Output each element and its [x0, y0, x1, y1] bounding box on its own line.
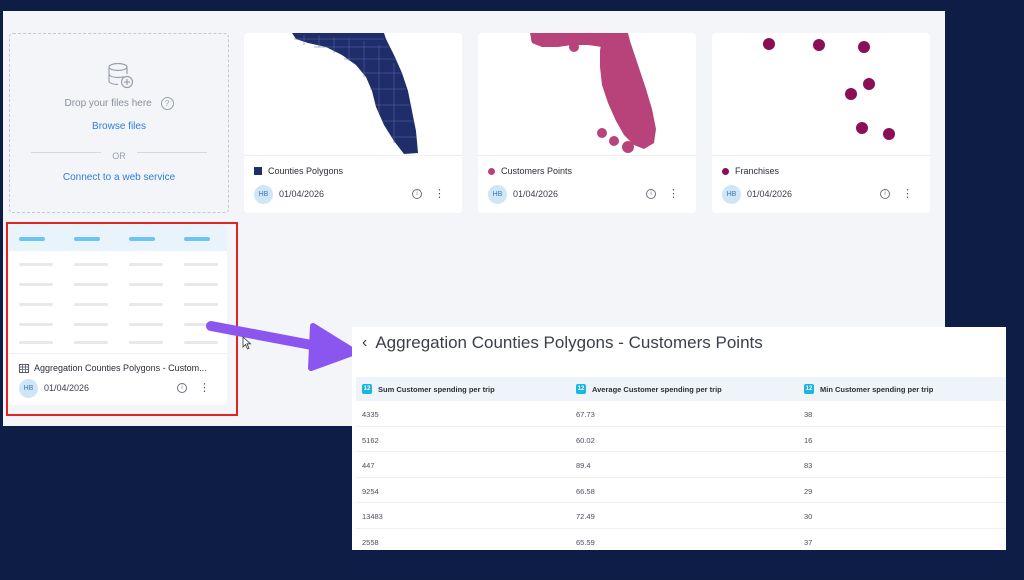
highlight-box — [6, 222, 238, 416]
table-cell: 447 — [362, 461, 375, 470]
arrow-annotation — [206, 321, 358, 371]
customers-points-map — [530, 33, 656, 153]
column-header-text: Min Customer spending per trip — [820, 384, 934, 394]
kebab-menu-icon[interactable]: ⋮ — [902, 189, 913, 200]
table-cell: 13483 — [362, 512, 383, 521]
table-cell: 38 — [804, 410, 813, 419]
card-divider — [244, 155, 462, 156]
dataset-card-customers-points[interactable]: Customers Points HB 01/04/2026 i ⋮ — [478, 33, 696, 213]
table-cell: 37 — [804, 537, 813, 547]
separator-line — [31, 152, 101, 153]
database-add-icon — [108, 62, 134, 89]
mouse-cursor-icon — [242, 336, 252, 350]
table-row: 2558 65.59 37 — [356, 529, 1006, 551]
card-date: 01/04/2026 — [747, 189, 793, 199]
help-icon[interactable]: ? — [160, 97, 174, 110]
point-legend-icon — [488, 167, 495, 175]
map-thumbnail — [244, 33, 462, 155]
table-row: 13483 72.49 30 — [356, 503, 1006, 529]
separator-line — [137, 152, 207, 153]
kebab-menu-icon[interactable]: ⋮ — [668, 189, 679, 200]
florida-polygons-map — [292, 33, 418, 154]
card-meta: HB 01/04/2026 i ⋮ — [722, 184, 920, 204]
franchises-points-map — [763, 38, 895, 140]
card-title-text: Customers Points — [501, 166, 573, 176]
card-date: 01/04/2026 — [279, 189, 325, 199]
table-cell: 60.02 — [576, 435, 595, 445]
number-type-icon: 12 — [576, 384, 586, 394]
card-title: Franchises — [722, 166, 779, 176]
number-type-icon: 12 — [362, 384, 372, 394]
file-dropzone[interactable]: Drop your files here ? Browse files OR C… — [9, 33, 229, 213]
card-meta: HB 01/04/2026 i ⋮ — [254, 184, 452, 204]
avatar: HB — [488, 184, 507, 204]
page-title: ‹ Aggregation Counties Polygons - Custom… — [362, 333, 763, 353]
table-row: 4335 67.73 38 — [356, 401, 1006, 427]
table-cell: 65.59 — [576, 537, 595, 547]
info-icon[interactable]: i — [646, 189, 656, 199]
table-cell: 72.49 — [576, 512, 595, 521]
column-header-text: Average Customer spending per trip — [592, 384, 722, 394]
point-legend-icon — [722, 167, 729, 175]
table-cell: 83 — [804, 461, 813, 470]
card-meta: HB 01/04/2026 i ⋮ — [488, 184, 686, 204]
table-cell: 67.73 — [576, 410, 595, 419]
kebab-menu-icon[interactable]: ⋮ — [434, 189, 445, 200]
or-separator: OR — [31, 146, 207, 161]
card-title: Counties Polygons — [254, 166, 343, 176]
table-cell: 2558 — [362, 537, 379, 547]
table-header: 12 Sum Customer spending per trip 12 Ave… — [356, 377, 1006, 401]
table-row: 5162 60.02 16 — [356, 427, 1006, 452]
column-header[interactable]: 12 Sum Customer spending per trip — [362, 384, 495, 394]
connect-web-service-link[interactable]: Connect to a web service — [10, 172, 228, 183]
table-body: 4335 67.73 38 5162 60.02 16 447 89.4 83 … — [356, 401, 1006, 550]
card-title-text: Franchises — [735, 166, 780, 176]
table-cell: 5162 — [362, 435, 379, 445]
table-cell: 16 — [804, 435, 813, 445]
card-divider — [478, 155, 696, 156]
browse-files-link[interactable]: Browse files — [10, 121, 228, 132]
card-divider — [712, 155, 930, 156]
back-icon[interactable]: ‹ — [362, 334, 367, 352]
column-header[interactable]: 12 Average Customer spending per trip — [576, 384, 722, 394]
dataset-card-counties-polygons[interactable]: Counties Polygons HB 01/04/2026 i ⋮ — [244, 33, 462, 213]
table-cell: 4335 — [362, 410, 379, 419]
column-header-text: Sum Customer spending per trip — [378, 384, 495, 394]
number-type-icon: 12 — [804, 384, 814, 394]
info-icon[interactable]: i — [880, 189, 890, 199]
table-row: 447 89.4 83 — [356, 452, 1006, 478]
aggregation-table-panel: ‹ Aggregation Counties Polygons - Custom… — [352, 327, 1006, 550]
card-title: Customers Points — [488, 166, 572, 176]
map-thumbnail — [478, 33, 696, 155]
table-cell: 89.4 — [576, 461, 591, 470]
polygon-legend-icon — [254, 167, 262, 175]
avatar: HB — [722, 184, 741, 204]
dataset-card-franchises[interactable]: Franchises HB 01/04/2026 i ⋮ — [712, 33, 930, 213]
card-title-text: Counties Polygons — [268, 166, 344, 176]
table-cell: 9254 — [362, 486, 379, 496]
map-thumbnail — [712, 33, 930, 155]
card-date: 01/04/2026 — [513, 189, 559, 199]
avatar: HB — [254, 184, 273, 204]
table-row: 9254 66.58 29 — [356, 478, 1006, 503]
drop-label: Drop your files here — [64, 98, 152, 110]
table-cell: 66.58 — [576, 486, 595, 496]
or-label: OR — [112, 151, 126, 161]
column-header[interactable]: 12 Min Customer spending per trip — [804, 384, 933, 394]
page-title-text: Aggregation Counties Polygons - Customer… — [375, 333, 763, 352]
table-cell: 30 — [804, 512, 813, 521]
table-cell: 29 — [804, 486, 813, 496]
drop-text: Drop your files here ? — [10, 97, 228, 110]
info-icon[interactable]: i — [412, 189, 422, 199]
